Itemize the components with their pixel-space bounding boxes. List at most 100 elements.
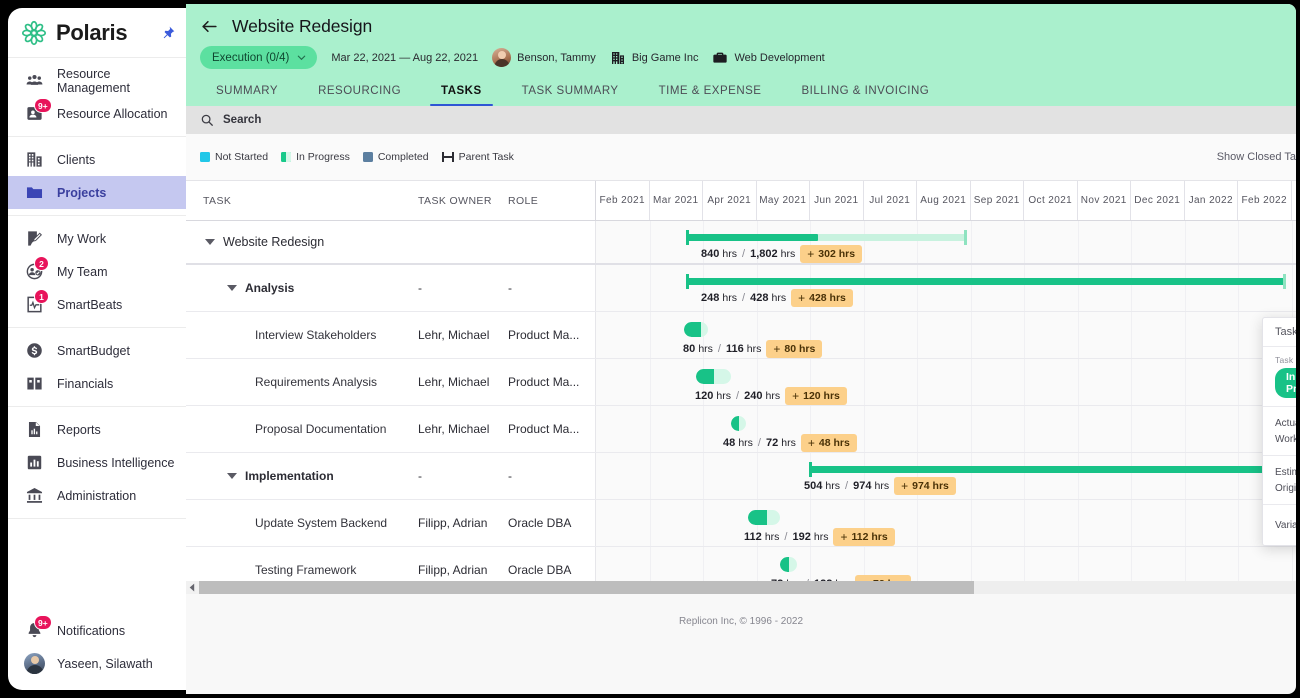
gantt-bar-end-cap xyxy=(1283,274,1286,289)
table-row[interactable]: Testing Framework Filipp, Adrian Oracle DB… xyxy=(186,547,1296,581)
pin-icon[interactable] xyxy=(160,25,176,41)
tab-time-expense[interactable]: TIME & EXPENSE xyxy=(639,85,782,106)
legend-label: Parent Task xyxy=(458,151,514,163)
table-row[interactable]: Website Redesign 840 hrs / 1,802 hrs +302 hr… xyxy=(186,221,1296,265)
task-name[interactable]: Analysis xyxy=(245,281,294,295)
expand-collapse-caret-icon[interactable] xyxy=(227,473,237,479)
sidebar-item-smartbudget[interactable]: SmartBudget xyxy=(8,334,186,367)
sidebar-item-business-intelligence[interactable]: Business Intelligence xyxy=(8,446,186,479)
sidebar-item-financials[interactable]: Financials xyxy=(8,367,186,400)
hours-separator: / xyxy=(757,437,761,449)
cell-task-owner xyxy=(418,221,508,263)
sidebar-item-smartbeats[interactable]: 1 SmartBeats xyxy=(8,288,186,321)
gantt-task-bar[interactable] xyxy=(696,369,731,384)
actual-hours: 112 hrs xyxy=(744,531,780,543)
tooltip-variation-row: Variation: Exceeded Hours + 428.00 xyxy=(1275,513,1296,537)
month-gridline xyxy=(649,359,651,405)
team-check-icon: 2 xyxy=(25,256,49,281)
gantt-task-bar[interactable] xyxy=(780,557,797,572)
sidebar-item-reports[interactable]: Reports xyxy=(8,413,186,446)
month-gridline xyxy=(1077,406,1079,452)
sidebar-item-label: My Team xyxy=(57,264,108,279)
task-name[interactable]: Update System Backend xyxy=(255,516,387,530)
tooltip-original-estimate-row: Original Estimate: 0.00 xyxy=(1275,480,1296,496)
sidebar-item-resource-allocation[interactable]: 9+ Resource Allocation xyxy=(8,97,186,130)
avatar xyxy=(24,653,45,674)
gantt-bar-progress xyxy=(809,466,1286,473)
table-row[interactable]: Update System Backend Filipp, Adrian Oracl… xyxy=(186,500,1296,547)
column-header-role: ROLE xyxy=(508,181,596,220)
gantt-task-bar[interactable] xyxy=(748,510,780,525)
scrollbar-track[interactable] xyxy=(199,581,1296,594)
month-gridline xyxy=(1184,312,1186,358)
legend-swatch-completed xyxy=(362,152,373,162)
month-column-header: Feb 2021 xyxy=(596,181,650,220)
task-name[interactable]: Implementation xyxy=(245,469,334,483)
table-row[interactable]: Proposal Documentation Lehr, Michael Produ… xyxy=(186,406,1296,453)
month-gridline xyxy=(1184,265,1186,311)
task-name[interactable]: Website Redesign xyxy=(223,235,324,249)
tooltip-status-section: Task Status In Progress Start Date Mar 2… xyxy=(1263,347,1296,407)
sidebar-item-administration[interactable]: Administration xyxy=(8,479,186,512)
gantt-cell: 248 hrs / 428 hrs +428 hrs xyxy=(596,265,1296,311)
tab-task-summary[interactable]: TASK SUMMARY xyxy=(502,85,639,106)
user-avatar xyxy=(24,653,45,674)
tab-summary[interactable]: SUMMARY xyxy=(196,85,298,106)
gantt-task-bar[interactable] xyxy=(731,416,746,431)
gantt-bar-progress xyxy=(686,278,1286,285)
month-gridline xyxy=(1131,265,1132,311)
project-client: Big Game Inc xyxy=(610,50,698,66)
resource-allocation-icon: 9+ xyxy=(25,98,52,123)
table-row[interactable]: Requirements Analysis Lehr, Michael Produc… xyxy=(186,359,1296,406)
scrollbar-thumb[interactable] xyxy=(199,581,974,594)
expand-collapse-caret-icon[interactable] xyxy=(227,285,237,291)
sidebar-item-projects[interactable]: Projects xyxy=(8,176,186,209)
sidebar-item-notifications[interactable]: 9+ Notifications xyxy=(8,614,186,647)
show-closed-tasks-toggle[interactable]: Show Closed Ta xyxy=(1217,151,1296,163)
month-gridline xyxy=(649,453,651,499)
gantt-parent-bar[interactable] xyxy=(809,462,1286,477)
tooltip-eac-row: Estimated at Completion: 428.00 xyxy=(1275,464,1296,480)
task-hours-summary: 80 hrs / 116 hrs +80 hrs xyxy=(683,340,823,358)
sidebar-group: Reports Business Intelligence Administrati… xyxy=(8,407,186,519)
chevron-left-icon[interactable] xyxy=(186,581,199,594)
notification-badge: 9+ xyxy=(34,98,52,113)
table-row[interactable]: Analysis - - 248 hrs / 428 hrs +428 hrs xyxy=(186,265,1296,312)
status-dropdown[interactable]: Execution (0/4) xyxy=(200,46,318,69)
table-row[interactable]: Implementation - - 504 hrs / 974 hrs +974 hrs xyxy=(186,453,1296,500)
back-arrow-icon[interactable] xyxy=(200,17,219,36)
gantt-parent-bar[interactable] xyxy=(686,274,1286,289)
gantt-task-bar[interactable] xyxy=(684,322,708,337)
legend-swatch-not-started xyxy=(200,152,210,162)
task-name[interactable]: Requirements Analysis xyxy=(255,375,377,389)
table-row[interactable]: Interview Stakeholders Lehr, Michael Produ… xyxy=(186,312,1296,359)
project-program-label: Web Development xyxy=(734,51,825,64)
month-gridline xyxy=(970,453,972,499)
sidebar-item-clients[interactable]: Clients xyxy=(8,143,186,176)
month-gridline xyxy=(1238,265,1239,311)
sidebar-item-resource-management[interactable]: Resource Management xyxy=(8,64,186,97)
gantt-bar-progress xyxy=(686,234,819,241)
tab-billing-invoicing[interactable]: BILLING & INVOICING xyxy=(781,85,949,106)
sidebar-item-my-work[interactable]: My Work xyxy=(8,222,186,255)
gantt-cell: 112 hrs / 192 hrs +112 hrs xyxy=(596,500,1296,546)
search-input[interactable]: Search xyxy=(223,114,261,126)
tab-resourcing[interactable]: RESOURCING xyxy=(298,85,421,106)
month-gridline xyxy=(1184,406,1186,452)
project-owner: Benson, Tammy xyxy=(492,48,596,67)
task-name[interactable]: Interview Stakeholders xyxy=(255,328,376,342)
task-name[interactable]: Proposal Documentation xyxy=(255,422,386,436)
sidebar-item-my-team[interactable]: 2 My Team xyxy=(8,255,186,288)
search-bar[interactable]: Search xyxy=(186,106,1296,134)
tooltip-variation-label: Variation: xyxy=(1275,519,1296,531)
sidebar-group: Clients Projects xyxy=(8,137,186,216)
expand-collapse-caret-icon[interactable] xyxy=(205,239,215,245)
tab-tasks[interactable]: TASKS xyxy=(421,85,502,106)
gantt-bar-progress xyxy=(684,322,701,337)
sidebar-item-yaseen-silawath[interactable]: Yaseen, Silawath xyxy=(8,647,186,680)
gantt-parent-bar[interactable] xyxy=(686,230,967,245)
horizontal-scrollbar[interactable] xyxy=(186,581,1296,594)
task-name[interactable]: Testing Framework xyxy=(255,563,356,577)
project-header: Website Redesign Execution (0/4) Mar 22,… xyxy=(186,4,1296,106)
cell-task: Website Redesign xyxy=(186,221,418,263)
